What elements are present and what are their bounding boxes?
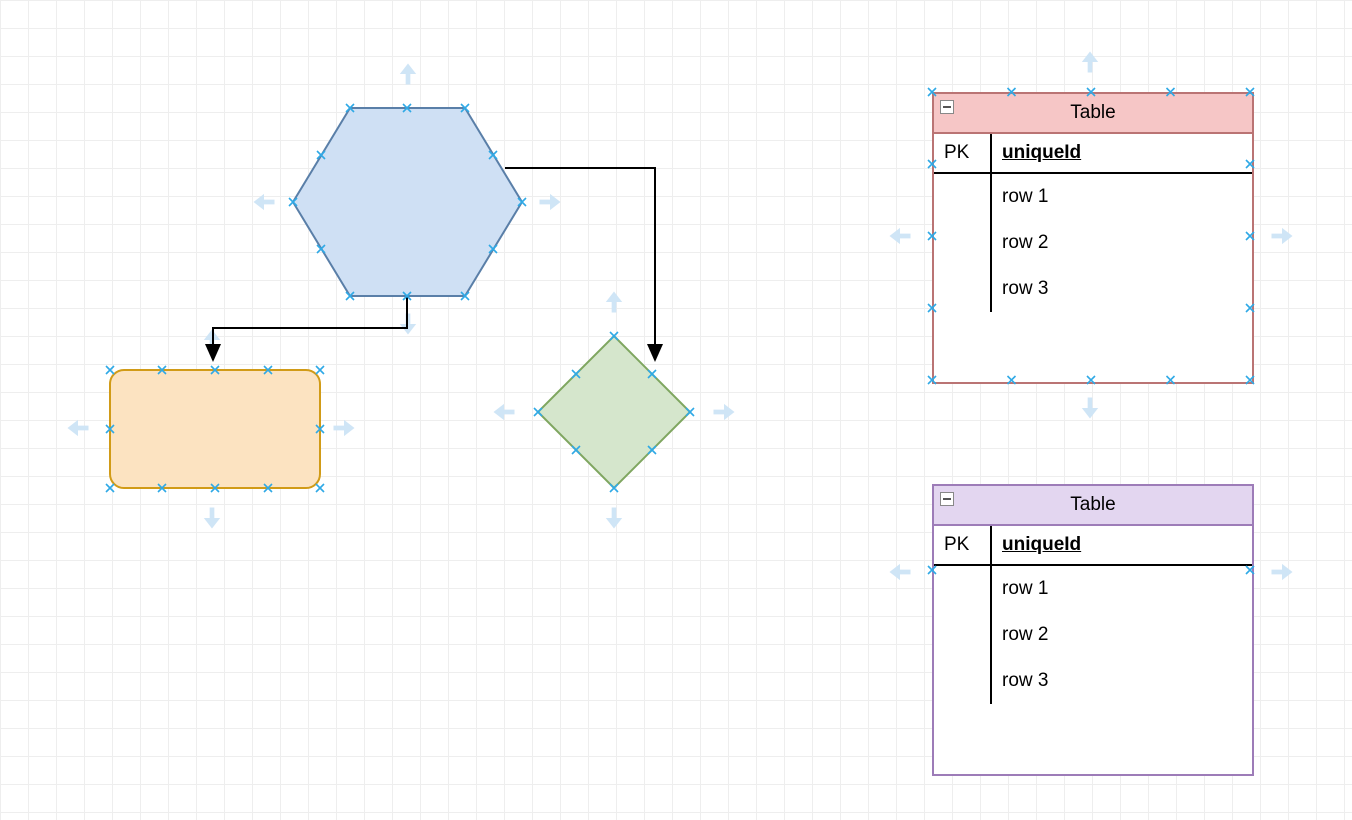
arrow-up-icon[interactable] [1076,48,1104,76]
connection-point-icon[interactable] [106,484,114,492]
arrow-down-icon[interactable] [1076,394,1104,422]
arrow-up-icon[interactable] [394,60,422,88]
table-row[interactable]: row 2 [992,220,1252,266]
entity-title: Table [1070,102,1115,124]
arrow-down-icon[interactable] [198,504,226,532]
arrow-right-icon[interactable] [330,414,358,442]
arrow-right-icon[interactable] [536,188,564,216]
arrow-up-icon[interactable] [600,288,628,316]
pk-name: uniqueId [1002,142,1081,164]
diamond-shape[interactable] [538,336,690,488]
arrow-right-icon[interactable] [710,398,738,426]
arrow-right-icon[interactable] [1268,558,1296,586]
entity-table-1[interactable]: Table PK uniqueId row 1 row 2 row 3 [932,92,1254,384]
hexagon-shape[interactable] [293,108,522,296]
table-row[interactable]: row 1 [992,174,1252,220]
table-row[interactable]: row 2 [992,612,1252,658]
pk-label: PK [934,526,990,566]
entity-table-2[interactable]: Table PK uniqueId row 1 row 2 row 3 [932,484,1254,776]
collapse-icon[interactable] [940,492,954,506]
collapse-icon[interactable] [940,100,954,114]
arrow-left-icon[interactable] [886,222,914,250]
table-row[interactable]: row 1 [992,566,1252,612]
arrow-down-icon[interactable] [600,504,628,532]
arrow-right-icon[interactable] [1268,222,1296,250]
table-row[interactable]: row 3 [992,658,1252,704]
pk-name: uniqueId [1002,534,1081,556]
pk-label: PK [934,134,990,174]
arrow-left-icon[interactable] [886,558,914,586]
entity-header[interactable]: Table [934,486,1252,526]
entity-title: Table [1070,494,1115,516]
connection-point-icon[interactable] [316,366,324,374]
connection-point-icon[interactable] [106,366,114,374]
arrow-left-icon[interactable] [64,414,92,442]
table-row[interactable]: row 3 [992,266,1252,312]
connector-hex-to-rect[interactable] [213,296,407,360]
connection-point-icon[interactable] [316,484,324,492]
rounども-rect-shape[interactable] [110,370,320,488]
arrow-left-icon[interactable] [490,398,518,426]
diagram-canvas[interactable]: Table PK uniqueId row 1 row 2 row 3 Tabl… [0,0,1352,820]
arrow-left-icon[interactable] [250,188,278,216]
connector-hex-to-diamond[interactable] [505,168,655,360]
entity-header[interactable]: Table [934,94,1252,134]
